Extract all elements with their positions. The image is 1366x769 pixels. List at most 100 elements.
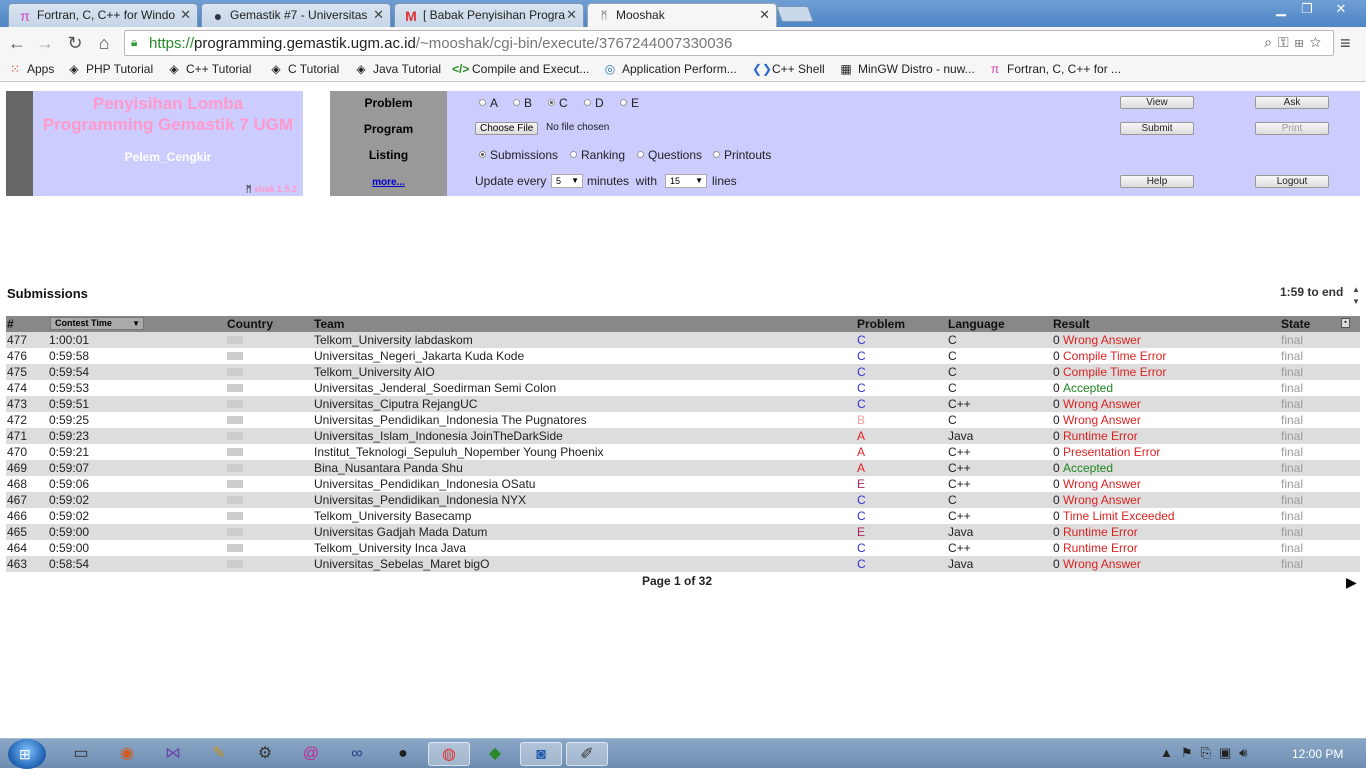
usb-icon[interactable]: ⎘: [1201, 745, 1219, 760]
bookmark-cpp-tutorial[interactable]: ◈ C++ Tutorial: [166, 62, 251, 76]
extension-icon[interactable]: ⚿: [1278, 34, 1295, 50]
hamburger-menu-icon[interactable]: ≡: [1340, 33, 1351, 54]
network-app-icon[interactable]: ◆: [474, 742, 516, 766]
choose-file-button[interactable]: Choose File: [475, 122, 539, 135]
address-bar[interactable]: 🔒︎ https://programming.gemastik.ugm.ac.i…: [124, 30, 1334, 56]
chrome-icon[interactable]: ◍: [428, 742, 470, 766]
bookmark-c-tutorial[interactable]: ◈ C Tutorial: [268, 62, 339, 76]
tab-gmail[interactable]: M [ Babak Penyisihan Progra ✕: [394, 3, 584, 27]
down-arrow-icon[interactable]: ▼: [1352, 296, 1360, 308]
update-interval-select[interactable]: 5 ▼: [551, 174, 583, 188]
volume-icon[interactable]: 🔊︎: [1239, 745, 1255, 760]
forward-arrow-icon[interactable]: →: [32, 31, 58, 55]
listing-radio-ranking[interactable]: Ranking: [570, 148, 625, 162]
country-flag-icon: [227, 368, 243, 376]
problem-radio-a[interactable]: A: [479, 96, 498, 110]
table-row[interactable]: 473 0:59:51 Universitas_Ciputra RejangUC C C…: [6, 396, 1360, 412]
bookmark-mingw-distro[interactable]: ▦ MinGW Distro - nuw...: [838, 62, 974, 76]
table-row[interactable]: 476 0:59:58 Universitas_Negeri_Jakarta Kud…: [6, 348, 1360, 364]
more-link[interactable]: more...: [330, 177, 447, 188]
table-row[interactable]: 467 0:59:02 Universitas_Pendidikan_Indones…: [6, 492, 1360, 508]
new-tab-button[interactable]: [776, 6, 814, 22]
media-player-icon[interactable]: ◙: [520, 742, 562, 766]
print-button[interactable]: Print: [1255, 122, 1329, 135]
close-icon[interactable]: ✕: [759, 4, 770, 26]
bookmark-apps[interactable]: ⁙ Apps: [7, 62, 54, 76]
listing-radio-questions[interactable]: Questions: [637, 148, 702, 162]
bookmark-java-tutorial[interactable]: ◈ Java Tutorial: [353, 62, 441, 76]
logout-button[interactable]: Logout: [1255, 175, 1329, 188]
notepadpp-icon[interactable]: ✎: [198, 742, 240, 766]
scroll-arrows[interactable]: ▲ ▼: [1352, 284, 1360, 308]
table-row[interactable]: 466 0:59:02 Telkom_University Basecamp C C++…: [6, 508, 1360, 524]
listing-radio-printouts[interactable]: Printouts: [713, 148, 771, 162]
problem-radio-b[interactable]: B: [513, 96, 532, 110]
table-row[interactable]: 464 0:59:00 Telkom_University Inca Java C C+…: [6, 540, 1360, 556]
bookmark-compile-execute[interactable]: </> Compile and Execut...: [452, 62, 589, 76]
explorer-icon[interactable]: ▭: [60, 742, 102, 766]
table-row[interactable]: 469 0:59:07 Bina_Nusantara Panda Shu A C++ 0 A…: [6, 460, 1360, 476]
browser-app-icon[interactable]: @: [290, 742, 332, 766]
view-button[interactable]: View: [1120, 96, 1194, 109]
minimize-icon[interactable]: ▁: [1268, 0, 1294, 18]
table-row[interactable]: 470 0:59:21 Institut_Teknologi_Sepuluh_Nop…: [6, 444, 1360, 460]
problem-radio-e[interactable]: E: [620, 96, 639, 110]
cell-problem: B: [857, 413, 866, 427]
sphere-icon[interactable]: ●: [382, 742, 424, 766]
window-close-icon[interactable]: ✕: [1328, 0, 1354, 18]
flag-icon[interactable]: ⚑: [1181, 745, 1201, 760]
lines-select[interactable]: 15 ▼: [665, 174, 707, 188]
ask-button[interactable]: Ask: [1255, 96, 1329, 109]
cell-contest-time: 0:59:02: [49, 509, 90, 523]
app-icon[interactable]: ⚙: [244, 742, 286, 766]
diamond-icon: ◈: [169, 62, 179, 76]
close-icon[interactable]: ✕: [566, 4, 577, 26]
table-row[interactable]: 463 0:58:54 Universitas_Sebelas_Maret bigO…: [6, 556, 1360, 572]
close-icon[interactable]: ✕: [373, 4, 384, 26]
browser-tabstrip: π Fortran, C, C++ for Windo ✕ ● Gemastik…: [0, 0, 1366, 28]
firefox-icon[interactable]: ◉: [106, 742, 148, 766]
table-row[interactable]: 468 0:59:06 Universitas_Pendidikan_Indones…: [6, 476, 1360, 492]
table-row[interactable]: 465 0:59:00 Universitas Gadjah Mada Datum E…: [6, 524, 1360, 540]
tab-fortran[interactable]: π Fortran, C, C++ for Windo ✕: [8, 3, 198, 27]
table-row[interactable]: 477 1:00:01 Telkom_University labdaskom C C 0…: [6, 332, 1360, 348]
bookmark-application-perform[interactable]: ◎ Application Perform...: [602, 62, 737, 76]
problem-radio-c[interactable]: C: [548, 96, 568, 110]
codeblocks-icon[interactable]: ∞: [336, 742, 378, 766]
problem-radio-d[interactable]: D: [584, 96, 604, 110]
header-contest-time[interactable]: Contest Time ▼: [50, 317, 144, 330]
translate-icon[interactable]: ⊞: [1295, 34, 1310, 50]
help-button[interactable]: Help: [1120, 175, 1194, 188]
start-button[interactable]: ⊞: [8, 739, 46, 769]
listing-radio-submissions[interactable]: Submissions: [479, 148, 558, 162]
table-row[interactable]: 472 0:59:25 Universitas_Pendidikan_Indones…: [6, 412, 1360, 428]
visual-studio-icon[interactable]: ⋈: [152, 742, 194, 766]
table-row[interactable]: 471 0:59:23 Universitas_Islam_Indonesia Jo…: [6, 428, 1360, 444]
reload-icon[interactable]: ↻: [62, 31, 88, 55]
tab-mooshak[interactable]: ᛗ Mooshak ✕: [587, 3, 777, 28]
bookmark-cpp-shell[interactable]: ❮❯C++ Shell: [752, 62, 825, 76]
show-hidden-icon[interactable]: ▲: [1160, 745, 1181, 760]
bookmark-php-tutorial[interactable]: ◈ PHP Tutorial: [66, 62, 153, 76]
cell-team: Telkom_University Basecamp: [314, 509, 472, 523]
home-icon[interactable]: ⌂: [91, 31, 117, 55]
up-arrow-icon[interactable]: ▲: [1352, 284, 1360, 296]
restore-icon[interactable]: ❐: [1294, 0, 1320, 18]
star-icon[interactable]: ☆: [1310, 34, 1327, 50]
table-row[interactable]: 475 0:59:54 Telkom_University AIO C C 0 Compil…: [6, 364, 1360, 380]
bookmark-fortran[interactable]: π Fortran, C, C++ for ...: [987, 62, 1121, 76]
search-icon[interactable]: ⌕: [1264, 34, 1278, 50]
close-icon[interactable]: ✕: [180, 4, 191, 26]
next-page-icon[interactable]: ▶: [1346, 574, 1357, 591]
back-arrow-icon[interactable]: ←: [4, 31, 30, 55]
clock[interactable]: 12:00 PM: [1292, 747, 1343, 761]
submit-button[interactable]: Submit: [1120, 122, 1194, 135]
country-flag-icon: [227, 416, 243, 424]
paint-icon[interactable]: ✐: [566, 742, 608, 766]
tab-gemastik[interactable]: ● Gemastik #7 - Universitas ✕: [201, 3, 391, 27]
cell-id: 468: [7, 477, 28, 491]
network-icon[interactable]: ▣: [1219, 745, 1239, 760]
cell-team: Telkom_University AIO: [314, 365, 435, 379]
expand-icon[interactable]: ▪: [1341, 318, 1350, 328]
table-row[interactable]: 474 0:59:53 Universitas_Jenderal_Soedirman…: [6, 380, 1360, 396]
